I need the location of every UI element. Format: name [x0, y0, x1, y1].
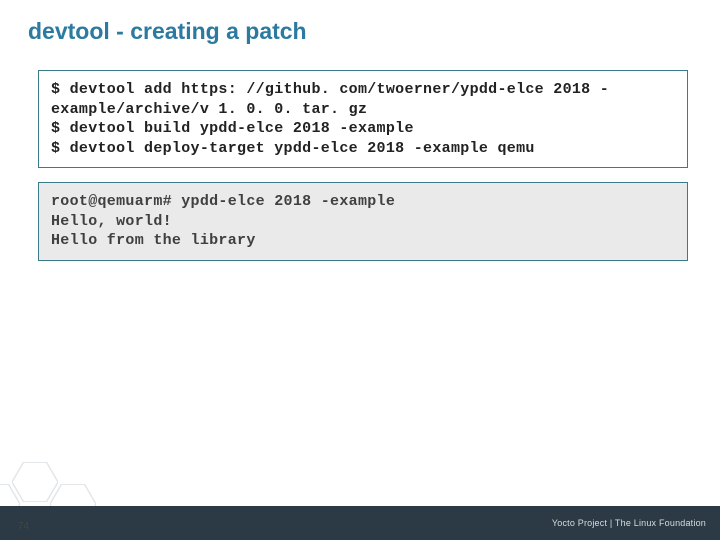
command-box: $ devtool add https: //github. com/twoer… — [38, 70, 688, 168]
output-line-1: root@qemuarm# ypdd-elce 2018 -example — [51, 192, 675, 212]
slide: devtool - creating a patch $ devtool add… — [0, 0, 720, 540]
page-number: 74 — [18, 521, 29, 532]
slide-title: devtool - creating a patch — [28, 18, 307, 45]
footer-text: Yocto Project | The Linux Foundation — [552, 518, 706, 528]
footer-bar: Yocto Project | The Linux Foundation — [0, 506, 720, 540]
output-line-3: Hello from the library — [51, 231, 675, 251]
command-line-3: $ devtool deploy-target ypdd-elce 2018 -… — [51, 139, 675, 159]
command-line-1: $ devtool add https: //github. com/twoer… — [51, 80, 675, 119]
command-line-2: $ devtool build ypdd-elce 2018 -example — [51, 119, 675, 139]
output-box: root@qemuarm# ypdd-elce 2018 -example He… — [38, 182, 688, 261]
output-line-2: Hello, world! — [51, 212, 675, 232]
